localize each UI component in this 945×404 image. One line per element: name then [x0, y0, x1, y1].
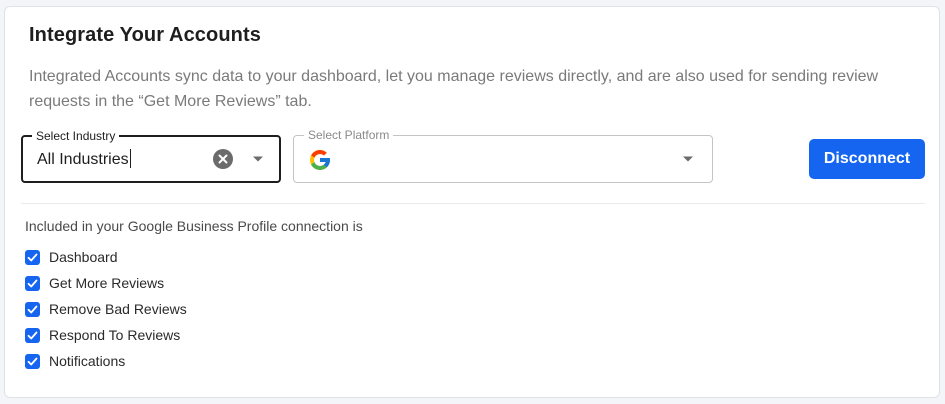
included-features-label: Included in your Google Business Profile… — [25, 218, 363, 234]
platform-select-label: Select Platform — [304, 128, 394, 142]
feature-label: Get More Reviews — [49, 275, 165, 291]
checkbox-checked-icon[interactable] — [25, 353, 40, 369]
feature-list: Dashboard Get More Reviews Remove Bad Re… — [25, 244, 187, 374]
feature-label: Remove Bad Reviews — [49, 301, 187, 317]
divider — [21, 203, 925, 204]
industry-select-value: All Industries — [37, 151, 129, 168]
dropdown-arrow-icon[interactable] — [681, 152, 695, 166]
card-title: Integrate Your Accounts — [29, 24, 261, 46]
disconnect-button[interactable]: Disconnect — [809, 139, 925, 179]
industry-input[interactable]: All Industries — [37, 149, 131, 169]
feature-label: Dashboard — [49, 249, 118, 265]
feature-item-dashboard: Dashboard — [25, 244, 187, 270]
checkbox-checked-icon[interactable] — [25, 249, 40, 265]
clear-icon[interactable] — [213, 149, 233, 169]
platform-select[interactable]: Select Platform — [293, 128, 713, 183]
feature-item-get-more-reviews: Get More Reviews — [25, 270, 187, 296]
feature-label: Respond To Reviews — [49, 327, 181, 343]
card-description: Integrated Accounts sync data to your da… — [29, 68, 879, 110]
feature-item-remove-bad-reviews: Remove Bad Reviews — [25, 296, 187, 322]
dropdown-arrow-icon[interactable] — [251, 152, 265, 166]
feature-item-respond-to-reviews: Respond To Reviews — [25, 322, 187, 348]
checkbox-checked-icon[interactable] — [25, 327, 40, 343]
google-icon — [308, 148, 332, 172]
feature-label: Notifications — [49, 353, 126, 369]
feature-item-notifications: Notifications — [25, 348, 187, 374]
integrate-accounts-card: Integrate Your Accounts Integrated Accou… — [4, 6, 940, 398]
industry-select[interactable]: Select Industry All Industries — [21, 129, 281, 183]
checkbox-checked-icon[interactable] — [25, 301, 40, 317]
checkbox-checked-icon[interactable] — [25, 275, 40, 291]
industry-select-label: Select Industry — [32, 129, 120, 143]
text-cursor — [129, 149, 131, 168]
